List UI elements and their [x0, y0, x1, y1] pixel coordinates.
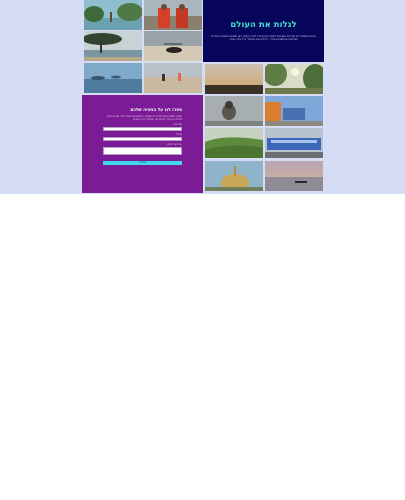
hero-subtitle: אנחנו משפחה של מטיילים שאוהבת לשתף חוויו…	[211, 35, 316, 42]
name-field[interactable]	[103, 127, 182, 132]
gallery-photo-blue-train[interactable]	[265, 128, 323, 158]
form-description: נשמח לשמוע מכם! שלחו לנו שאלות, המלצות א…	[106, 115, 182, 122]
gallery-photo-beach-dog[interactable]	[144, 31, 202, 61]
gallery-photo-sunset-boat[interactable]	[265, 161, 323, 191]
name-label: שם מלא	[173, 123, 182, 127]
gallery-photo-beach-people[interactable]	[144, 63, 202, 93]
message-field[interactable]	[103, 147, 182, 156]
message-label: ההודעה שלכם	[167, 143, 182, 147]
email-field[interactable]	[103, 137, 182, 142]
submit-button[interactable]: שליחה	[103, 161, 182, 166]
gallery-photo-monks[interactable]	[144, 0, 202, 30]
hero-banner: לגלות את העולם אנחנו משפחה של מטיילים שא…	[203, 0, 324, 62]
contact-form-panel: ספרו לנו על החוויה שלכם נשמח לשמוע מכם! …	[82, 95, 203, 193]
gallery-photo-sunset-plain[interactable]	[205, 64, 263, 94]
form-title: ספרו לנו על החוויה שלכם	[130, 108, 182, 113]
gallery-photo-tea-hills[interactable]	[205, 128, 263, 158]
gallery-photo-lake-trees[interactable]	[84, 0, 142, 30]
gallery-photo-stupa[interactable]	[205, 161, 263, 191]
email-label: אימייל	[175, 133, 182, 137]
gallery-photo-jungle-sun[interactable]	[265, 64, 323, 94]
gallery-photo-coastal-tree[interactable]	[84, 31, 142, 61]
hero-title: לגלות את העולם	[230, 20, 297, 30]
gallery-photo-misty-lake[interactable]	[84, 63, 142, 93]
gallery-photo-monkey[interactable]	[205, 96, 263, 126]
gallery-photo-tuktuk[interactable]	[265, 96, 323, 126]
